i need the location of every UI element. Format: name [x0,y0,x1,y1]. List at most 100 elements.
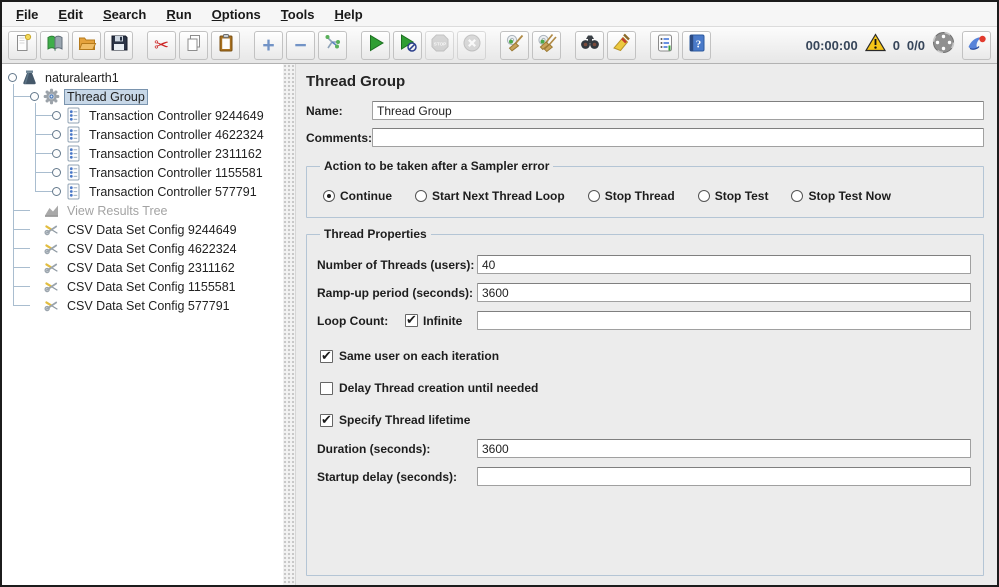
transaction-controller-icon [65,145,82,162]
help-button[interactable]: ? [682,30,711,60]
expand-handle-icon[interactable] [52,149,61,158]
warning-icon[interactable] [864,33,886,57]
start-button[interactable] [361,30,390,60]
loop-count-input[interactable] [477,311,971,330]
expand-handle-icon[interactable] [52,168,61,177]
radio-start-next-thread-loop[interactable]: Start Next Thread Loop [415,189,565,203]
tree-label: Transaction Controller 9244649 [89,108,264,123]
duration-label: Duration (seconds): [317,441,431,456]
menu-bar: File Edit Search Run Options Tools Help [2,2,997,27]
cut-button[interactable]: ✂ [147,30,176,60]
shutdown-x-icon [462,33,482,58]
tree-connector [13,286,30,287]
num-threads-label: Number of Threads (users): [317,257,475,272]
open-button[interactable] [72,30,101,60]
copy-button[interactable] [179,30,208,60]
name-input[interactable] [372,101,984,120]
csv-config-icon [43,297,60,314]
tree-connector [35,134,52,135]
radio-stop-thread[interactable]: Stop Thread [587,189,675,203]
radio-continue[interactable]: Continue [323,189,392,203]
cut-scissors-icon: ✂ [153,35,170,55]
clear-all-button[interactable] [532,30,561,60]
sampler-error-group: Action to be taken after a Sampler error… [306,159,984,218]
templates-button[interactable] [40,30,69,60]
new-file-button[interactable] [8,30,37,60]
expand-handle-icon[interactable] [52,111,61,120]
num-threads-input[interactable] [477,255,971,274]
remove-minus-icon: − [294,33,307,57]
thread-lifetime-checkbox[interactable] [320,412,333,428]
save-button[interactable] [104,30,133,60]
menu-run[interactable]: Run [156,5,201,24]
tree-label: CSV Data Set Config 2311162 [67,260,235,275]
split-divider[interactable] [283,64,295,585]
radio-button-icon [697,190,710,202]
menu-file[interactable]: File [6,5,48,24]
results-tree-icon [43,202,60,219]
expand-handle-icon[interactable] [52,187,61,196]
function-helper-list-icon [655,33,675,58]
thread-group-gear-icon [43,88,60,105]
new-file-icon [13,33,33,58]
jmeter-logo-button[interactable] [962,30,991,60]
radio-button-icon [415,190,427,202]
csv-config-icon [43,240,60,257]
menu-help[interactable]: Help [324,5,372,24]
search-button[interactable] [575,30,604,60]
same-user-checkbox[interactable] [320,348,333,364]
svg-text:STOP: STOP [433,41,445,46]
templates-book-icon [45,33,65,58]
tree-label: View Results Tree [67,203,168,218]
add-button[interactable]: + [254,30,283,60]
delay-creation-checkbox[interactable] [320,381,333,395]
tree-row[interactable]: CSV Data Set Config 2311162 [2,258,283,277]
menu-options[interactable]: Options [202,5,271,24]
duration-input[interactable] [477,439,971,458]
tree-row[interactable]: Transaction Controller 577791 [2,182,283,201]
tree-row[interactable]: naturalearth1 [2,68,283,87]
tree-connector [13,305,30,306]
radio-stop-test[interactable]: Stop Test [697,189,768,203]
stop-button[interactable]: STOP [425,30,454,60]
tree-row[interactable]: Transaction Controller 1155581 [2,163,283,182]
paste-button[interactable] [211,30,240,60]
radio-stop-test-now[interactable]: Stop Test Now [791,189,891,203]
tree-row[interactable]: View Results Tree [2,201,283,220]
collapse-handle-icon[interactable] [30,92,39,101]
csv-config-icon [43,278,60,295]
remove-button[interactable]: − [286,30,315,60]
comments-input[interactable] [372,128,984,147]
add-plus-icon: + [262,33,275,57]
collapse-handle-icon[interactable] [8,73,17,82]
tree-connector [13,267,30,268]
tree-row[interactable]: CSV Data Set Config 577791 [2,296,283,315]
infinite-checkbox[interactable] [405,312,418,328]
clear-button[interactable] [500,30,529,60]
tree-connector [13,248,30,249]
tree-row[interactable]: Transaction Controller 9244649 [2,106,283,125]
expand-handle-icon[interactable] [52,130,61,139]
menu-tools[interactable]: Tools [271,5,325,24]
tree-row[interactable]: Thread Group [2,87,283,106]
startup-delay-input[interactable] [477,467,971,486]
shutdown-button[interactable] [457,30,486,60]
start-no-pauses-button[interactable] [393,30,422,60]
menu-search[interactable]: Search [93,5,156,24]
toggle-button[interactable] [318,30,347,60]
rampup-input[interactable] [477,283,971,302]
tree-row[interactable]: CSV Data Set Config 9244649 [2,220,283,239]
transaction-controller-icon [65,183,82,200]
tree-row[interactable]: Transaction Controller 4622324 [2,125,283,144]
search-reset-broom-icon [611,32,633,59]
menu-edit[interactable]: Edit [48,5,93,24]
tree-row[interactable]: Transaction Controller 2311162 [2,144,283,163]
active-threads-ratio: 0/0 [906,37,925,53]
thread-lifetime-label: Specify Thread lifetime [339,413,471,427]
tree-row[interactable]: CSV Data Set Config 1155581 [2,277,283,296]
function-helper-button[interactable] [650,30,679,60]
csv-config-icon [43,221,60,238]
search-reset-button[interactable] [607,30,636,60]
tree-row[interactable]: CSV Data Set Config 4622324 [2,239,283,258]
same-user-label: Same user on each iteration [339,349,500,363]
